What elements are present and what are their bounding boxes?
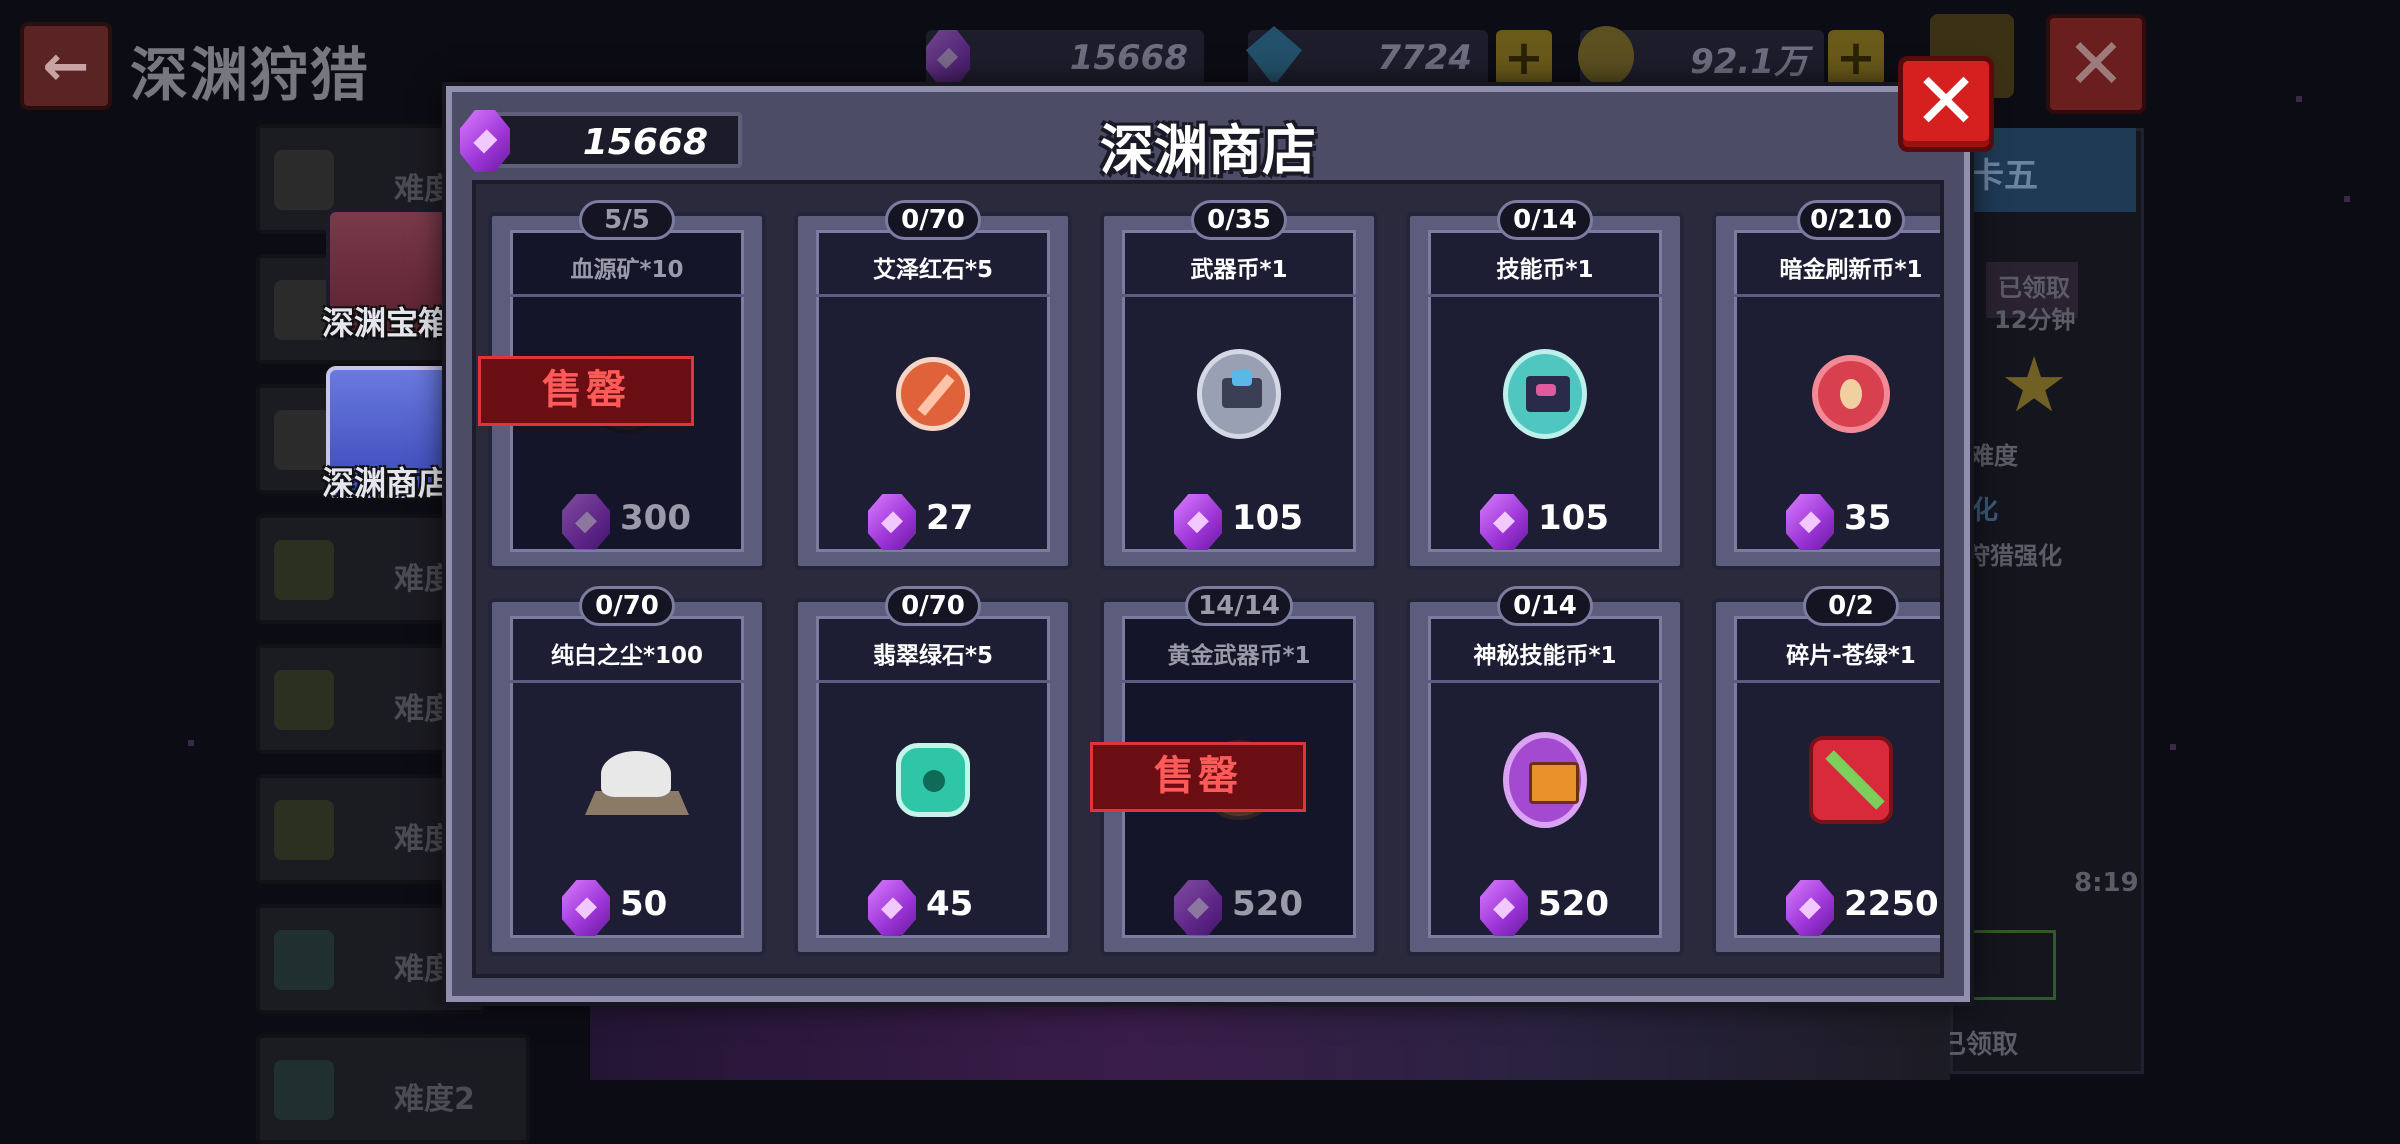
white-dust-icon	[585, 738, 689, 822]
shop-title: 深渊商店	[1100, 119, 1316, 182]
divider	[1122, 680, 1356, 683]
emerald-icon	[891, 738, 975, 822]
shop-item-card[interactable]: 0/35 武器币*1 105	[1100, 200, 1378, 570]
purchase-count: 0/35	[1191, 200, 1287, 240]
refresh-coin-icon	[1809, 352, 1893, 436]
abyss-shop-modal: 15668 深渊商店 5/5 血源矿*10 售罄 300 0/70 艾泽红石*5	[446, 86, 1970, 1002]
shop-item-card[interactable]: 14/14 黄金武器币*1 售罄 520	[1090, 586, 1378, 956]
crystal-icon	[1480, 880, 1528, 936]
price-value: 50	[620, 884, 668, 924]
shop-item-grid: 5/5 血源矿*10 售罄 300 0/70 艾泽红石*5 27 0/35 武器…	[472, 180, 1944, 978]
divider	[816, 294, 1050, 297]
item-name: 纯白之尘*100	[550, 643, 704, 669]
divider	[510, 294, 744, 297]
crystal-icon	[1174, 880, 1222, 936]
shop-item-card[interactable]: 0/70 艾泽红石*5 27	[794, 200, 1072, 570]
divider	[1428, 294, 1662, 297]
item-name: 翡翠绿石*5	[872, 643, 994, 669]
item-name: 神秘技能币*1	[1473, 643, 1617, 669]
price-value: 105	[1232, 498, 1303, 538]
sold-out-badge: 售罄	[478, 356, 694, 426]
item-price: 2250	[1716, 876, 1940, 936]
crystal-icon	[868, 880, 916, 936]
purchase-count: 0/2	[1803, 586, 1899, 626]
divider	[1734, 680, 1940, 683]
crystal-icon	[1480, 494, 1528, 550]
price-value: 27	[926, 498, 974, 538]
divider	[1122, 294, 1356, 297]
purchase-count: 0/14	[1497, 200, 1593, 240]
price-value: 45	[926, 884, 974, 924]
price-value: 2250	[1844, 884, 1939, 924]
item-name: 武器币*1	[1190, 257, 1288, 283]
shop-item-card[interactable]: 0/70 翡翠绿石*5 45	[794, 586, 1072, 956]
item-name: 碎片-苍绿*1	[1786, 643, 1916, 669]
purchase-count: 5/5	[579, 200, 675, 240]
item-name: 血源矿*10	[570, 257, 684, 283]
mystic-skill-coin-icon	[1503, 732, 1587, 828]
purchase-count: 0/70	[885, 200, 981, 240]
difficulty-label: 难度2	[394, 1082, 475, 1117]
shop-item-card[interactable]: 0/2 碎片-苍绿*1 2250	[1712, 586, 1940, 956]
shop-item-card[interactable]: 5/5 血源矿*10 售罄 300	[478, 200, 766, 570]
item-price: 520	[1410, 876, 1680, 936]
shop-item-card[interactable]: 0/70 纯白之尘*100 50	[488, 586, 766, 956]
shop-item-card[interactable]: 0/14 神秘技能币*1 520	[1406, 586, 1684, 956]
item-name: 艾泽红石*5	[872, 257, 994, 283]
shop-item-card[interactable]: 0/210 暗金刷新币*1 35	[1712, 200, 1940, 570]
close-shop-button[interactable]: ✕	[1898, 56, 1994, 152]
price-value: 105	[1538, 498, 1609, 538]
item-price: 520	[1104, 876, 1374, 936]
item-price: 105	[1104, 490, 1374, 550]
item-name: 暗金刷新币*1	[1779, 257, 1923, 283]
crystal-icon	[868, 494, 916, 550]
purchase-count: 0/210	[1797, 200, 1905, 240]
price-value: 520	[1538, 884, 1609, 924]
sold-out-badge: 售罄	[1090, 742, 1306, 812]
crystal-icon	[562, 494, 610, 550]
price-value: 35	[1844, 498, 1892, 538]
item-price: 27	[798, 490, 1068, 550]
item-price: 105	[1410, 490, 1680, 550]
red-stone-icon	[891, 352, 975, 436]
divider	[1428, 680, 1662, 683]
fragment-green-icon	[1809, 736, 1893, 824]
crystal-icon	[1786, 494, 1834, 550]
skill-coin-icon	[1503, 349, 1587, 439]
divider	[510, 680, 744, 683]
price-value: 300	[620, 498, 691, 538]
shop-item-card[interactable]: 0/14 技能币*1 105	[1406, 200, 1684, 570]
divider	[816, 680, 1050, 683]
purchase-count: 14/14	[1185, 586, 1293, 626]
crystal-icon	[562, 880, 610, 936]
purchase-count: 0/70	[579, 586, 675, 626]
divider	[1734, 294, 1940, 297]
item-price: 45	[798, 876, 1068, 936]
purchase-count: 0/70	[885, 586, 981, 626]
crystal-icon	[1786, 880, 1834, 936]
price-value: 520	[1232, 884, 1303, 924]
close-icon: ✕	[1913, 57, 1979, 147]
item-name: 黄金武器币*1	[1167, 643, 1311, 669]
item-price: 300	[492, 490, 762, 550]
purchase-count: 0/14	[1497, 586, 1593, 626]
crystal-icon	[1174, 494, 1222, 550]
item-name: 技能币*1	[1496, 257, 1594, 283]
item-price: 35	[1716, 490, 1940, 550]
weapon-coin-icon	[1197, 349, 1281, 439]
item-price: 50	[492, 876, 762, 936]
